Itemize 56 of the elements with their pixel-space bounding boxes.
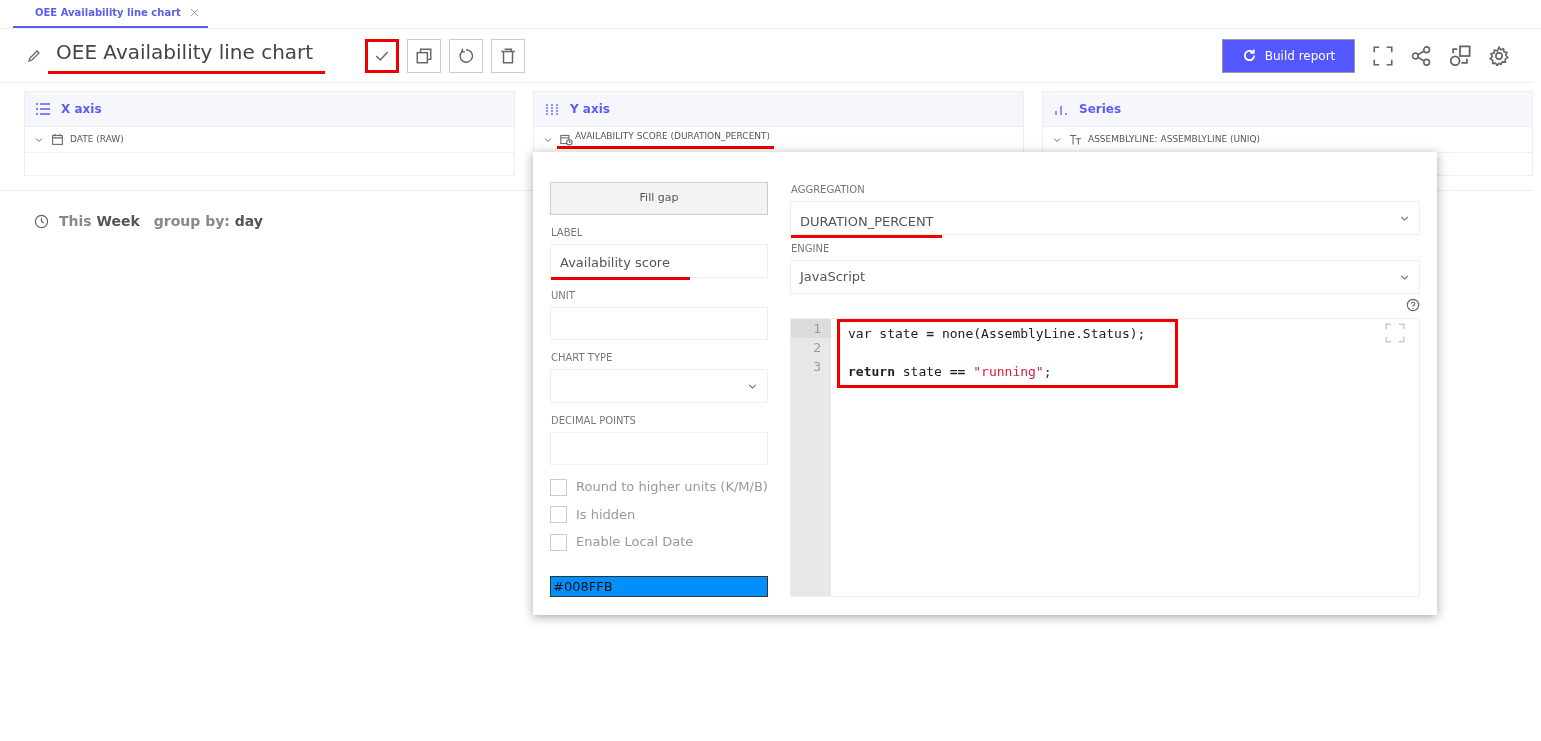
panel-title: Series — [1079, 101, 1122, 118]
line-number: 1 — [791, 319, 831, 338]
list-icon — [35, 101, 51, 117]
checkbox-label: Round to higher units (K/M/B) — [576, 478, 768, 497]
build-report-button[interactable]: Build report — [1222, 38, 1355, 73]
copy-button[interactable] — [407, 38, 442, 73]
bars-icon — [544, 101, 560, 117]
engine-select[interactable]: JavaScript — [790, 260, 1420, 294]
copy-icon — [415, 46, 434, 65]
settings-icon[interactable] — [1489, 45, 1509, 66]
text-icon — [1069, 133, 1082, 146]
trash-icon — [499, 46, 518, 65]
save-button[interactable] — [365, 38, 400, 73]
delete-button[interactable] — [491, 38, 526, 73]
code-editor[interactable]: 1 2 3 var state = none(AssemblyLine.Status); return state == "running"; — [790, 318, 1420, 597]
panel-title: Y axis — [570, 101, 610, 118]
calendar-clock-icon — [560, 133, 573, 146]
code-line: return state == "running"; — [848, 363, 1053, 381]
refresh-icon — [1241, 48, 1257, 63]
field-caption: DECIMAL POINTS — [551, 413, 637, 428]
field-label[interactable]: ASSEMBLYLINE: ASSEMBLYLINE (UNIQ) — [1088, 132, 1261, 147]
field-caption: ENGINE — [791, 242, 831, 256]
reset-icon — [457, 46, 476, 65]
code-line: var state = none(AssemblyLine.Status); — [848, 325, 1146, 343]
fullscreen-icon[interactable] — [1373, 45, 1393, 66]
field-caption: LABEL — [551, 225, 584, 240]
clock-icon — [34, 214, 49, 229]
chart-title: OEE Availability line chart — [48, 37, 326, 74]
checkbox[interactable] — [550, 506, 567, 524]
help-icon[interactable] — [1406, 298, 1420, 312]
field-caption: UNIT — [551, 288, 576, 303]
field-label[interactable]: AVAILABILITY SCORE (DURATION_PERCENT) — [557, 129, 775, 150]
date-range: This Week — [59, 212, 140, 231]
field-caption: CHART TYPE — [551, 351, 614, 366]
checkbox-label: Is hidden — [576, 506, 636, 524]
color-input[interactable]: #008FFB — [550, 576, 768, 597]
fill-gap-button[interactable]: Fill gap — [550, 182, 768, 215]
checkbox[interactable] — [550, 533, 567, 551]
checkbox[interactable] — [550, 478, 567, 496]
reset-button[interactable] — [449, 38, 484, 73]
calendar-icon — [51, 133, 64, 146]
close-icon[interactable] — [188, 7, 200, 18]
group-by: group by: day — [153, 212, 263, 231]
swap-icon[interactable] — [1449, 44, 1471, 67]
tab-label: OEE Availability line chart — [35, 6, 181, 20]
field-caption: AGGREGATION — [791, 183, 866, 197]
line-number: 2 — [812, 339, 822, 357]
line-number: 3 — [812, 358, 822, 376]
tab[interactable]: OEE Availability line chart — [13, 5, 208, 28]
aggregation-select[interactable]: DURATION_PERCENT — [790, 201, 1420, 235]
checkbox-label: Enable Local Date — [576, 533, 694, 552]
panel-title: X axis — [61, 101, 102, 118]
label-input[interactable]: Availability score — [550, 243, 768, 278]
share-icon[interactable] — [1411, 45, 1431, 66]
expand-icon[interactable] — [1385, 323, 1405, 343]
field-label[interactable]: DATE (RAW) — [70, 132, 124, 147]
